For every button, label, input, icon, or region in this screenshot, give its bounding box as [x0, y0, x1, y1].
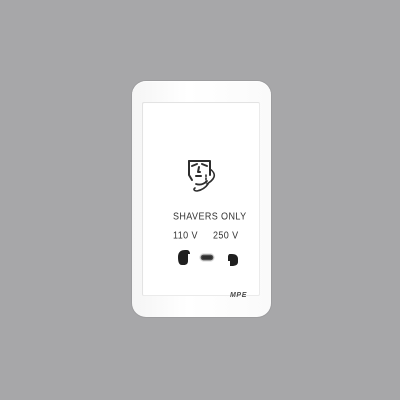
product-scene: SHAVERS ONLY 110 V 250 V MPE: [0, 0, 400, 400]
voltage-250-label: 250 V: [213, 229, 239, 241]
left-socket-slot: [178, 250, 190, 265]
shaver-face-icon: [188, 160, 216, 192]
brand-logo: MPE: [230, 292, 247, 299]
socket-contacts[interactable]: [178, 247, 248, 267]
shavers-only-label: SHAVERS ONLY: [173, 210, 247, 222]
right-socket-slot: [228, 254, 238, 266]
voltage-110-label: 110 V: [173, 229, 198, 241]
shaver-socket-plate: SHAVERS ONLY 110 V 250 V MPE: [132, 81, 271, 317]
